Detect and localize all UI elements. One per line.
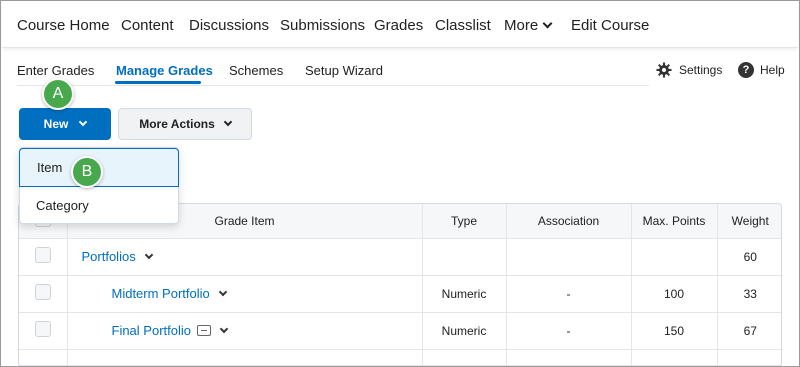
item-link-final-portfolio[interactable]: Final Portfolio [112, 323, 191, 338]
chevron-down-icon[interactable] [144, 250, 153, 260]
row-select-cell [19, 312, 68, 350]
course-navbar: Course Home Content Discussions Submissi… [2, 2, 798, 48]
item-link-midterm-portfolio[interactable]: Midterm Portfolio [112, 286, 210, 301]
grade-item-cell: Midterm Portfolio [67, 275, 423, 313]
weight-cell [717, 349, 781, 366]
association-cell [506, 238, 632, 276]
new-button-label: New [43, 117, 69, 131]
nav-grades[interactable]: Grades [374, 17, 423, 34]
category-link-portfolios[interactable]: Portfolios [82, 249, 136, 264]
grade-item-cell: Final Portfolio [67, 312, 423, 350]
row-checkbox[interactable] [34, 284, 51, 300]
grade-item-cell [67, 349, 423, 366]
max-points-cell: 100 [631, 275, 718, 313]
type-cell [422, 349, 507, 366]
settings-link[interactable]: Settings [679, 63, 722, 77]
chevron-down-icon [223, 117, 233, 127]
tab-manage-grades[interactable]: Manage Grades [116, 63, 213, 78]
row-select-cell [19, 349, 68, 366]
app-frame: Course Home Content Discussions Submissi… [0, 0, 800, 367]
chevron-down-icon [542, 18, 553, 29]
grade-item-cell: Portfolios [67, 238, 423, 276]
menu-item-category[interactable]: Category [20, 187, 178, 224]
nav-more-label: More [504, 17, 539, 34]
gear-icon[interactable] [656, 62, 672, 78]
tab-enter-grades[interactable]: Enter Grades [17, 63, 94, 78]
chevron-down-icon[interactable] [218, 287, 227, 297]
max-points-cell [631, 349, 718, 366]
callout-b: B [71, 156, 103, 188]
type-cell [422, 238, 507, 276]
tabs-divider [17, 85, 649, 86]
linked-assignment-icon [196, 325, 211, 336]
table-row: Final Portfolio Numeric - 150 67 [19, 312, 781, 350]
weight-cell: 60 [717, 238, 781, 276]
col-header-weight: Weight [717, 204, 781, 239]
association-cell: - [506, 275, 632, 313]
new-dropdown-menu: Item Category [19, 147, 179, 224]
callout-a: A [42, 78, 74, 110]
nav-content[interactable]: Content [121, 17, 174, 34]
type-cell: Numeric [422, 275, 507, 313]
chevron-down-icon [79, 117, 88, 127]
grades-table: Grade Item Type Association Max. Points … [18, 203, 782, 366]
max-points-cell [631, 238, 718, 276]
nav-course-home[interactable]: Course Home [17, 17, 110, 34]
table-row [19, 349, 781, 366]
nav-submissions[interactable]: Submissions [280, 17, 365, 34]
weight-cell: 67 [717, 312, 781, 350]
tab-setup-wizard[interactable]: Setup Wizard [305, 63, 383, 78]
row-select-cell [19, 275, 68, 313]
row-checkbox[interactable] [34, 321, 51, 337]
chevron-down-icon[interactable] [219, 324, 229, 334]
help-icon[interactable]: ? [738, 62, 754, 78]
association-cell: - [506, 312, 632, 350]
active-tab-indicator [115, 81, 201, 84]
table-row: Portfolios 60 [19, 238, 781, 276]
weight-cell: 33 [717, 275, 781, 313]
col-header-type: Type [422, 204, 507, 239]
nav-edit-course[interactable]: Edit Course [571, 17, 649, 34]
max-points-cell: 150 [631, 312, 718, 350]
type-cell: Numeric [422, 312, 507, 350]
new-button[interactable]: New [19, 108, 111, 140]
row-select-cell [19, 238, 68, 276]
nav-more-menu[interactable]: More [504, 17, 553, 34]
more-actions-button[interactable]: More Actions [118, 108, 252, 140]
nav-discussions[interactable]: Discussions [189, 17, 269, 34]
nav-classlist[interactable]: Classlist [435, 17, 491, 34]
help-link[interactable]: Help [760, 63, 785, 77]
col-header-max-points: Max. Points [631, 204, 718, 239]
more-actions-label: More Actions [139, 117, 215, 131]
row-checkbox[interactable] [34, 247, 51, 263]
association-cell [506, 349, 632, 366]
tab-schemes[interactable]: Schemes [229, 63, 283, 78]
table-row: Midterm Portfolio Numeric - 100 33 [19, 275, 781, 313]
col-header-association: Association [506, 204, 632, 239]
